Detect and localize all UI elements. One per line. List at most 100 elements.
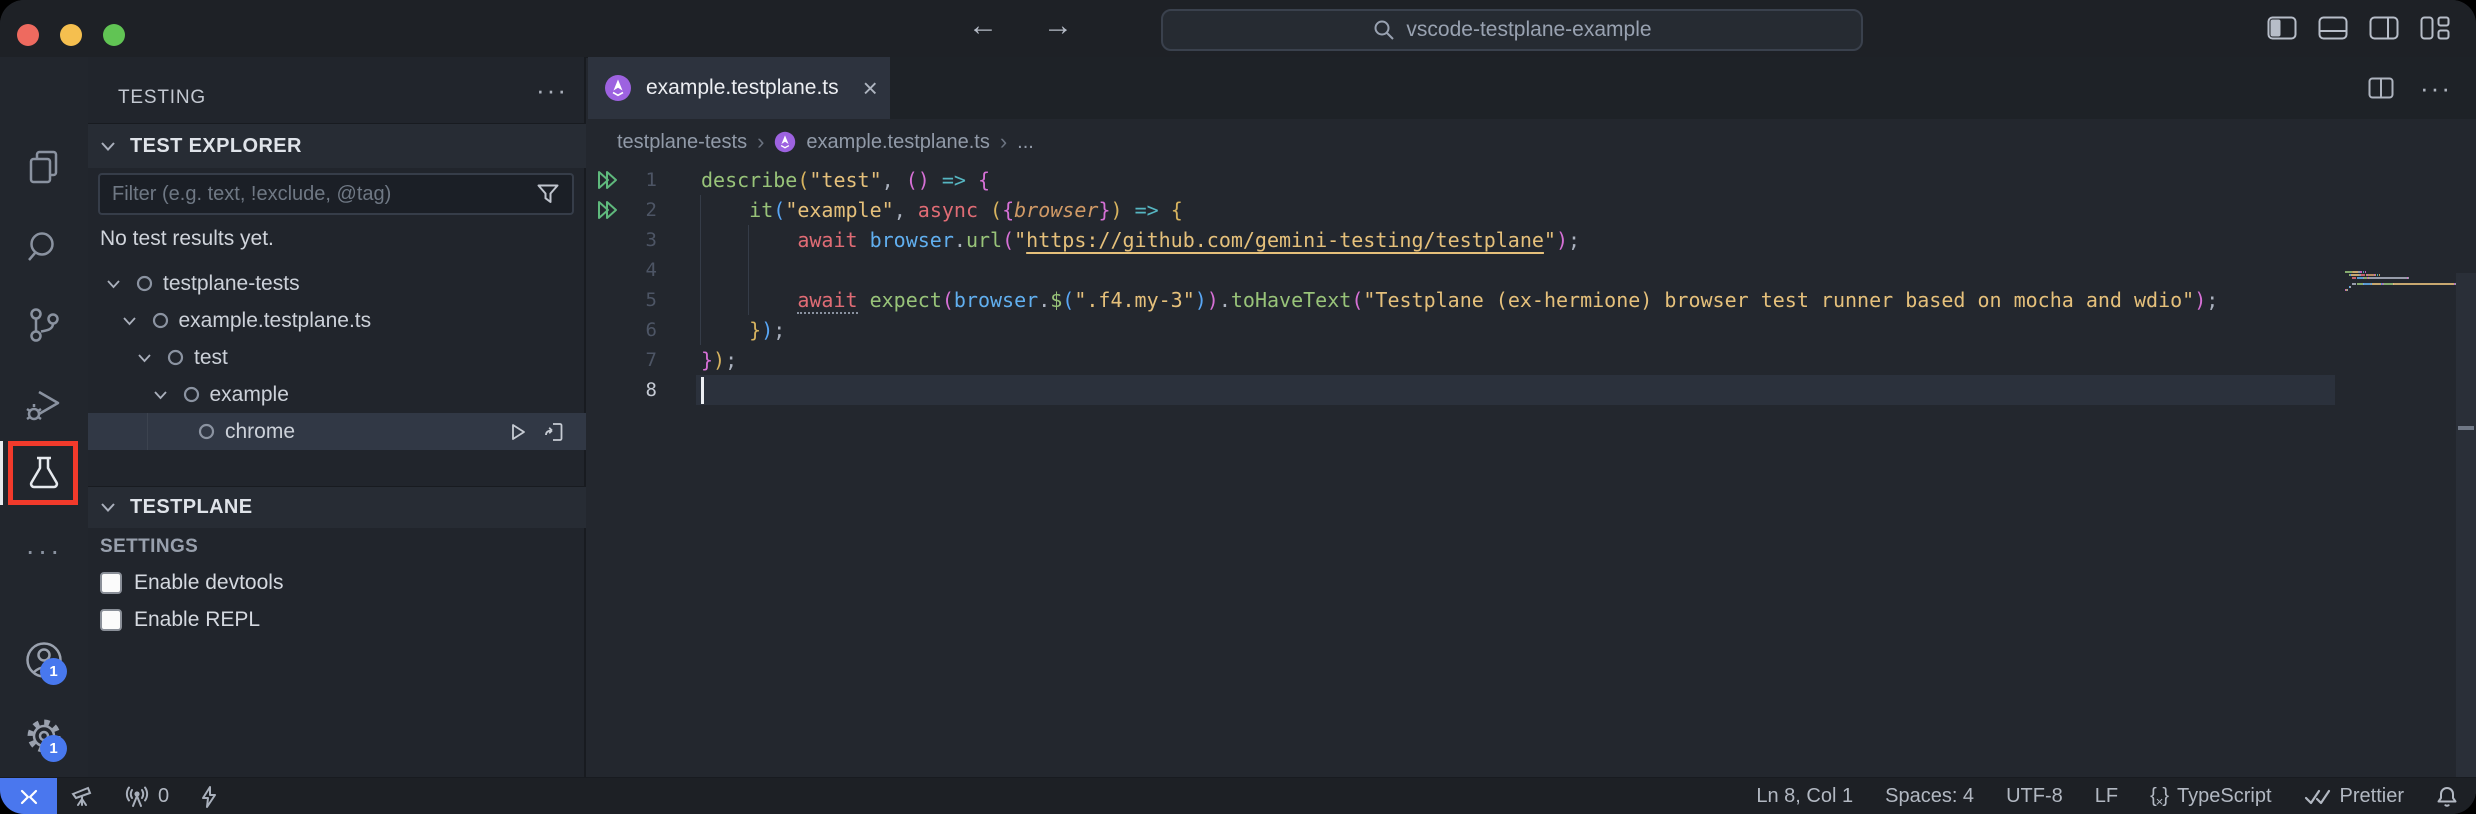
code-token: )	[2194, 288, 2206, 312]
code-token: (	[942, 288, 954, 312]
code-token: )	[1195, 288, 1207, 312]
editor-more-actions-icon[interactable]: ···	[2420, 73, 2452, 104]
remote-indicator-button[interactable]	[0, 778, 57, 814]
minimap-line	[2369, 277, 2407, 279]
eol-status[interactable]: LF	[2095, 785, 2118, 808]
sidebar-more-actions-icon[interactable]: ···	[536, 75, 568, 106]
notifications-bell-icon[interactable]	[2436, 785, 2458, 809]
title-bar: ← → vscode-testplane-example	[0, 0, 2476, 58]
test-tree-item-example[interactable]: example	[88, 376, 586, 413]
indentation-status[interactable]: Spaces: 4	[1885, 785, 1974, 808]
search-view-icon[interactable]	[0, 225, 88, 269]
code-token: =>	[942, 168, 966, 192]
close-tab-icon[interactable]: ×	[863, 73, 878, 104]
breadcrumb-file[interactable]: example.testplane.ts	[806, 131, 989, 154]
enable-repl-checkbox[interactable]	[100, 609, 122, 631]
ports-status-item[interactable]: 0	[124, 785, 169, 809]
code-token: }	[701, 348, 713, 372]
code-token: ;	[725, 348, 737, 372]
code-token	[1123, 198, 1135, 222]
code-token	[1159, 198, 1171, 222]
testplane-header-label: TESTPLANE	[130, 496, 253, 519]
code-token: browser	[954, 288, 1038, 312]
code-line-5: 5 await expect(browser.$(".f4.my-3")).to…	[588, 285, 2476, 315]
test-state-circle-icon	[167, 349, 184, 366]
toggle-secondary-sidebar-icon[interactable]	[2369, 16, 2399, 40]
double-check-icon	[2304, 787, 2332, 807]
minimap-line	[2384, 283, 2393, 285]
chevron-down-icon	[100, 502, 116, 513]
line-number: 3	[608, 225, 657, 255]
test-explorer-section-header[interactable]: TEST EXPLORER	[88, 123, 586, 168]
code-line-2: 2 it("example", async ({browser}) => {	[588, 195, 2476, 225]
maximize-window-button[interactable]	[103, 24, 125, 46]
code-token: =>	[1135, 198, 1159, 222]
encoding-status[interactable]: UTF-8	[2006, 785, 2063, 808]
test-tree-item-chrome[interactable]: chrome	[88, 413, 586, 450]
ports-count: 0	[158, 785, 169, 808]
code-line-1: 1describe("test", () => {	[588, 165, 2476, 195]
source-control-icon[interactable]	[0, 303, 88, 347]
code-token: "test"	[809, 168, 881, 192]
explorer-icon[interactable]	[0, 145, 88, 189]
code-token: }	[749, 318, 761, 342]
overview-ruler[interactable]	[2456, 273, 2476, 814]
test-tree-item-test[interactable]: test	[88, 339, 586, 376]
tab-example-testplane-ts[interactable]: example.testplane.ts ×	[588, 57, 890, 119]
code-token: browser	[870, 228, 954, 252]
cursor-position-status[interactable]: Ln 8, Col 1	[1756, 785, 1853, 808]
go-back-button[interactable]: ←	[963, 9, 1003, 43]
breadcrumb-symbol[interactable]: ...	[1017, 131, 1034, 154]
toggle-primary-sidebar-icon[interactable]	[2267, 16, 2297, 40]
go-forward-button[interactable]: →	[1038, 9, 1078, 43]
code-token: it	[749, 198, 773, 222]
additional-views-icon[interactable]: ···	[0, 535, 88, 567]
run-test-icon[interactable]	[508, 422, 528, 442]
line-number: 1	[608, 165, 657, 195]
code-editor[interactable]: 1describe("test", () => {2 it("example",…	[588, 165, 2476, 777]
minimize-window-button[interactable]	[60, 24, 82, 46]
test-explorer-header-label: TEST EXPLORER	[130, 135, 302, 158]
vscode-window: ← → vscode-testplane-example	[0, 0, 2476, 814]
customize-layout-icon[interactable]	[2420, 16, 2450, 40]
filter-funnel-icon[interactable]	[536, 183, 560, 205]
braces-icon: {×}	[2150, 785, 2169, 808]
minimap-line	[2347, 289, 2348, 291]
code-token	[978, 198, 990, 222]
tab-bar: example.testplane.ts × ···	[588, 57, 2476, 119]
test-state-circle-icon	[136, 275, 153, 292]
breadcrumb-folder[interactable]: testplane-tests	[617, 131, 747, 154]
editor-group: example.testplane.ts × ··· testplane-tes…	[588, 57, 2476, 777]
test-filter-box	[98, 173, 574, 215]
formatter-status[interactable]: Prettier	[2304, 785, 2404, 808]
test-tree-item-example.testplane.ts[interactable]: example.testplane.ts	[88, 302, 586, 339]
split-editor-icon[interactable]	[2368, 77, 2394, 99]
run-and-debug-icon[interactable]	[0, 383, 88, 427]
test-results-message: No test results yet.	[100, 227, 274, 251]
chevron-down-icon	[106, 279, 121, 289]
toggle-panel-icon[interactable]	[2318, 16, 2348, 40]
minimap[interactable]	[2345, 271, 2457, 311]
minimap-line	[2360, 271, 2362, 273]
code-line-6: 6 });	[588, 315, 2476, 345]
code-line-3: 3 await browser.url("https://github.com/…	[588, 225, 2476, 255]
code-token: ".f4.my-3"	[1074, 288, 1194, 312]
accounts-badge: 1	[40, 658, 67, 685]
code-token: (	[1062, 288, 1074, 312]
language-mode-status[interactable]: {×} TypeScript	[2150, 785, 2271, 808]
code-token: (	[1002, 228, 1014, 252]
test-filter-input[interactable]	[100, 183, 536, 206]
testplane-section-header[interactable]: TESTPLANE	[88, 486, 586, 528]
line-number: 6	[608, 315, 657, 345]
tab-label: example.testplane.ts	[646, 76, 839, 100]
zap-status-icon[interactable]	[199, 785, 219, 809]
line-number: 2	[608, 195, 657, 225]
command-center[interactable]: vscode-testplane-example	[1161, 9, 1863, 51]
enable-devtools-checkbox[interactable]	[100, 572, 122, 594]
telescope-status-icon[interactable]	[70, 785, 94, 809]
code-token: {	[978, 168, 990, 192]
minimap-line	[2375, 274, 2376, 276]
test-tree-item-testplane-tests[interactable]: testplane-tests	[88, 265, 586, 302]
close-window-button[interactable]	[17, 24, 39, 46]
go-to-test-icon[interactable]	[544, 421, 566, 443]
